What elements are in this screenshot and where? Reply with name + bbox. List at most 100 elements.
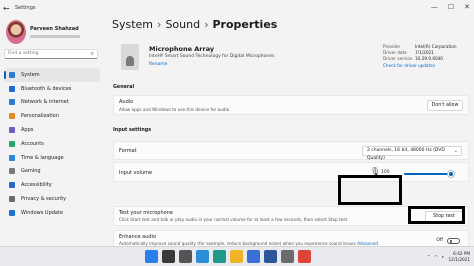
breadcrumb-sound[interactable]: Sound (165, 18, 200, 31)
driver-updates-link[interactable]: Check for driver updates (383, 63, 457, 68)
title-bar: ← Settings — ☐ ✕ (0, 0, 474, 16)
test-mic-subtitle: Click Start test and talk or play audio … (119, 217, 348, 222)
start-icon[interactable] (145, 250, 158, 263)
volume-slider[interactable] (404, 171, 454, 177)
format-value: 2 channels, 16 bit, 48000 Hz (DVD Qualit… (367, 148, 445, 161)
app-title: Settings (15, 5, 36, 11)
microphone-device-icon (118, 42, 142, 72)
file-explorer-icon[interactable] (230, 250, 243, 263)
breadcrumb-separator: › (204, 18, 209, 31)
minimize-button[interactable]: — (431, 3, 438, 11)
info-key: Driver version (383, 56, 413, 61)
globe-clock-icon (9, 154, 15, 161)
general-heading: General (113, 85, 135, 90)
search-placeholder: Find a setting (8, 51, 39, 56)
bluetooth-icon (9, 85, 15, 92)
sidebar-item-label: Accessibility (21, 182, 52, 189)
sidebar-item-label: Time & language (21, 154, 64, 161)
apps-icon (9, 127, 15, 134)
sidebar-item-personalization[interactable]: Personalization (4, 109, 100, 123)
format-select[interactable]: 2 channels, 16 bit, 48000 Hz (DVD Qualit… (362, 146, 462, 161)
sidebar-item-label: Apps (21, 127, 34, 134)
enhance-audio-title: Enhance audio (119, 234, 156, 240)
audio-title: Audio (119, 99, 134, 105)
sidebar-item-label: Privacy & security (21, 196, 67, 203)
input-volume-card: Input volume 🎙︎ 100 (113, 162, 469, 182)
widgets-icon[interactable] (196, 250, 209, 263)
sidebar-item-label: Bluetooth & devices (21, 85, 72, 92)
sidebar-item-accounts[interactable]: Accounts (4, 137, 100, 151)
sidebar-item-label: Personalization (21, 113, 59, 120)
controller-icon (9, 168, 15, 175)
breadcrumb-system[interactable]: System (112, 18, 153, 31)
sidebar-item-label: Windows Update (21, 209, 64, 216)
sidebar-item-bluetooth-devices[interactable]: Bluetooth & devices (4, 82, 100, 96)
device-name: Microphone Array (149, 45, 215, 53)
speaker-icon[interactable]: 🔈︎ (442, 254, 445, 259)
info-value: 10.29.0.6040 (415, 56, 443, 61)
sidebar-item-apps[interactable]: Apps (4, 123, 100, 137)
highlight-box-stop-test (408, 206, 465, 224)
avatar (6, 20, 26, 44)
user-profile[interactable]: Parveen Shahzad (6, 20, 80, 44)
maximize-button[interactable]: ☐ (448, 3, 454, 11)
settings-icon[interactable] (281, 250, 294, 263)
device-description: Intel® Smart Sound Technology for Digita… (149, 54, 275, 59)
breadcrumb-separator: › (157, 18, 162, 31)
format-label: Format (119, 148, 137, 154)
sidebar-item-label: Accounts (21, 140, 44, 147)
shield-icon (9, 196, 15, 203)
sidebar-item-gaming[interactable]: Gaming (4, 165, 100, 179)
audio-card: Audio Allow apps and Windows to use this… (113, 95, 469, 115)
chevron-up-icon[interactable]: ⌃ (427, 254, 431, 259)
word-icon[interactable] (264, 250, 277, 263)
wifi-icon[interactable]: ◠ (434, 254, 438, 259)
sidebar-item-network-internet[interactable]: Network & internet (4, 96, 100, 110)
main-content: System › Sound › Properties Microphone Array… (104, 16, 474, 250)
audio-subtitle: Allow apps and Windows to use this devic… (119, 107, 230, 112)
rename-link[interactable]: Rename (149, 62, 167, 67)
dont-allow-button[interactable]: Don't allow (427, 100, 463, 111)
enhance-audio-toggle[interactable] (447, 238, 460, 244)
toggle-state-label: Off (436, 238, 443, 243)
person-icon (9, 140, 15, 147)
search-icon[interactable] (162, 250, 175, 263)
breadcrumb: System › Sound › Properties (112, 18, 277, 31)
page-title: Properties (212, 18, 278, 31)
monitor-icon (9, 71, 15, 78)
input-settings-heading: Input settings (113, 128, 152, 133)
search-input[interactable]: Find a setting ⌕ (4, 49, 98, 59)
user-email-redacted (30, 35, 80, 38)
sidebar: Parveen Shahzad Find a setting ⌕ System B… (0, 16, 104, 246)
close-button[interactable]: ✕ (464, 3, 470, 11)
volume-slider-thumb[interactable] (448, 171, 454, 177)
sidebar-item-windows-update[interactable]: Windows Update (4, 206, 100, 220)
accessibility-icon (9, 182, 15, 189)
clock-date: 12/1/2021 (448, 256, 470, 262)
back-arrow-icon[interactable]: ← (3, 4, 13, 13)
test-mic-title: Test your microphone (119, 210, 173, 216)
sidebar-item-label: Network & internet (21, 99, 69, 106)
input-volume-label: Input volume (119, 170, 153, 176)
sidebar-item-label: Gaming (21, 168, 41, 175)
chrome-icon[interactable] (298, 250, 311, 263)
taskbar: ⌃ ◠ 🔈︎ 6:42 PM 12/1/2021 (0, 246, 474, 266)
user-name: Parveen Shahzad (30, 26, 79, 32)
format-card: Format 2 channels, 16 bit, 48000 Hz (DVD… (113, 141, 469, 161)
taskbar-icons (145, 250, 311, 263)
volume-slider-fill (404, 173, 452, 175)
wifi-icon (9, 99, 15, 106)
sidebar-item-system[interactable]: System (4, 68, 100, 82)
store-icon[interactable] (247, 250, 260, 263)
update-icon (9, 209, 15, 216)
driver-info: Provider Intel(R) Corporation Driver date… (383, 44, 457, 68)
sidebar-item-accessibility[interactable]: Accessibility (4, 178, 100, 192)
clock[interactable]: 6:42 PM 12/1/2021 (449, 251, 470, 262)
highlight-box-volume (338, 175, 402, 205)
edge-icon[interactable] (213, 250, 226, 263)
sidebar-item-time-language[interactable]: Time & language (4, 151, 100, 165)
task-view-icon[interactable] (179, 250, 192, 263)
brush-icon (9, 113, 15, 120)
search-icon: ⌕ (90, 50, 94, 57)
sidebar-item-privacy-security[interactable]: Privacy & security (4, 192, 100, 206)
